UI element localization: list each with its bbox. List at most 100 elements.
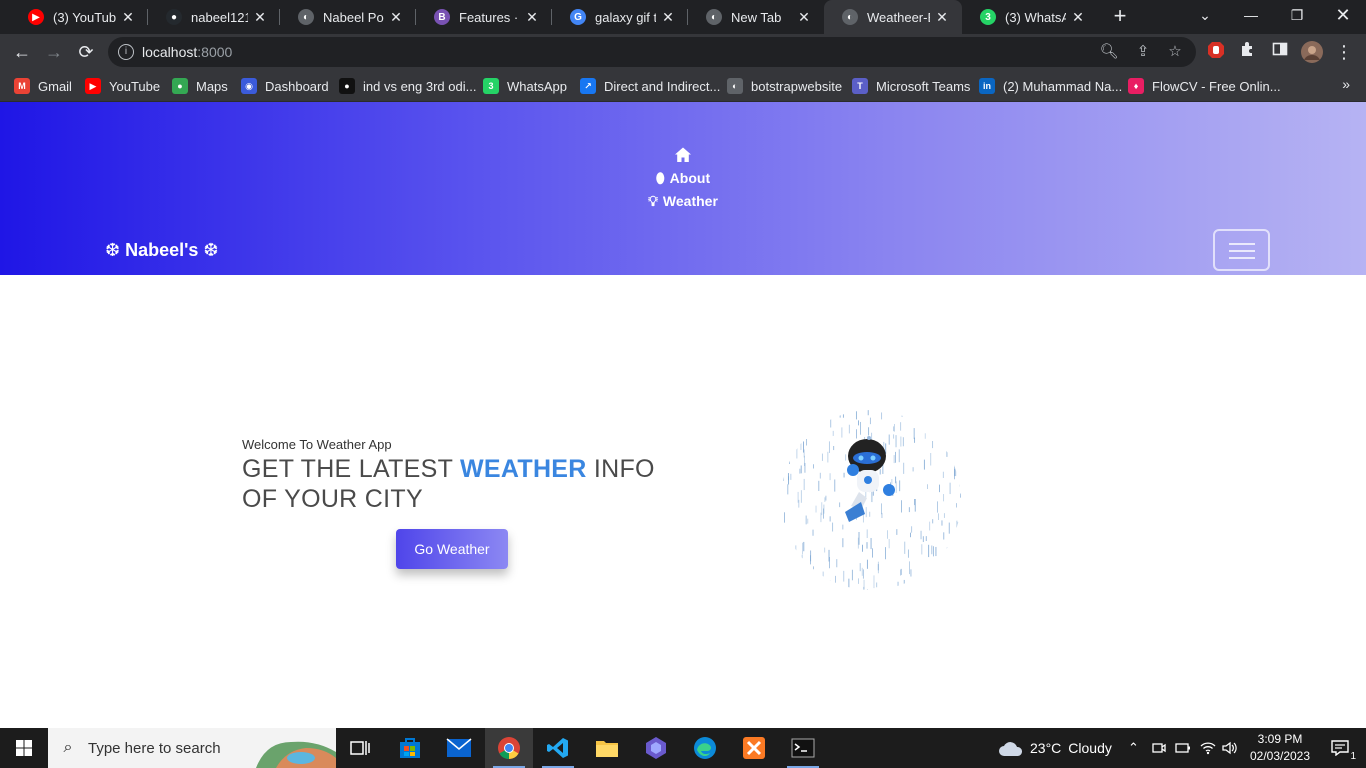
bookmark-item[interactable]: ● Maps (172, 77, 228, 95)
windows-taskbar: ⌕ Type here to search 23°C Cloudy ⌃ 3:09… (0, 728, 1366, 768)
bookmark-item[interactable]: ♦ FlowCV - Free Onlin... (1128, 77, 1281, 95)
new-tab-button[interactable]: + (1108, 5, 1132, 29)
browser-tab[interactable]: ◐ Nabeel Portfo✕ (280, 0, 416, 34)
battery-icon[interactable] (1175, 728, 1191, 768)
adblock-extension-icon[interactable] (1205, 41, 1227, 63)
bookmark-item[interactable]: T Microsoft Teams (852, 77, 970, 95)
bookmark-label: ind vs eng 3rd odi... (363, 78, 477, 94)
share-icon[interactable]: ⇪ (1132, 41, 1154, 63)
extensions-puzzle-icon[interactable] (1237, 41, 1259, 63)
tab-close-icon[interactable]: ✕ (520, 9, 544, 26)
notification-center-icon[interactable]: 1 (1320, 728, 1360, 768)
site-info-icon[interactable]: i (118, 44, 134, 60)
tab-separator (551, 9, 552, 25)
navbar-toggler-button[interactable] (1213, 229, 1270, 271)
browser-tab[interactable]: Ggalaxy gif tra✕ (552, 0, 688, 34)
back-button[interactable]: ← (10, 40, 34, 64)
tab-close-icon[interactable]: ✕ (384, 9, 408, 26)
bootstrap-icon: B (434, 9, 450, 25)
reload-button[interactable]: ⟳ (74, 40, 98, 64)
site-brand[interactable]: ❆ Nabeel's ❆ (105, 240, 218, 261)
bookmark-star-icon[interactable]: ☆ (1164, 41, 1186, 63)
tab-separator (687, 9, 688, 25)
dashboard-icon: ◉ (241, 78, 257, 94)
forward-button[interactable]: → (42, 40, 66, 64)
windows-logo-icon (16, 740, 32, 756)
terminal-icon[interactable] (779, 728, 827, 768)
browser-tab-strip: ▶(3) YouTube✕●nabeel12140/✕◐Nabeel Portf… (0, 0, 1366, 34)
microsoft-store-icon[interactable] (386, 728, 434, 768)
tab-title: (3) YouTube (53, 9, 116, 25)
tab-close-icon[interactable]: ✕ (248, 9, 272, 26)
start-button[interactable] (0, 728, 48, 768)
vscode-icon[interactable] (534, 728, 582, 768)
file-explorer-icon[interactable] (583, 728, 631, 768)
go-weather-button[interactable]: Go Weather (396, 529, 508, 569)
gmail-icon: M (14, 78, 30, 94)
tab-close-icon[interactable]: ✕ (930, 9, 954, 26)
tab-separator (279, 9, 280, 25)
browser-tab[interactable]: B Features · Boo✕ (416, 0, 552, 34)
close-window-button[interactable]: ✕ (1320, 0, 1366, 30)
tab-title: nabeel12140/ (191, 9, 248, 25)
wifi-icon[interactable] (1200, 728, 1216, 768)
whatsapp-icon: 3 (980, 9, 996, 25)
nav-about-link[interactable]: ⬮ About (0, 170, 1366, 187)
browser-tab[interactable]: 3 (3) WhatsApp✕ (962, 0, 1098, 34)
weather-widget[interactable]: 23°C Cloudy (998, 728, 1112, 768)
hero-title-highlight: WEATHER (460, 455, 587, 483)
tab-title: (3) WhatsApp (1005, 9, 1066, 25)
taskbar-search-box[interactable]: ⌕ Type here to search (48, 728, 336, 768)
chrome-taskbar-icon[interactable] (485, 728, 533, 768)
more-bookmarks-chevron-icon[interactable]: » (1342, 76, 1350, 92)
app-hexagon-icon[interactable] (632, 728, 680, 768)
minimize-button[interactable]: — (1228, 0, 1274, 30)
bookmark-item[interactable]: ● ind vs eng 3rd odi... (339, 77, 476, 95)
profile-avatar[interactable] (1301, 41, 1323, 63)
meet-now-icon[interactable] (1152, 728, 1166, 768)
nav-weather-link[interactable]: 💡︎ Weather (0, 193, 1366, 210)
bookmark-item[interactable]: ◐ botstrapwebsite (727, 77, 842, 95)
restore-button[interactable]: ❐ (1274, 0, 1320, 30)
google-icon: G (570, 9, 586, 25)
side-panel-icon[interactable] (1269, 41, 1291, 63)
menu-kebab-icon[interactable]: ⋮ (1333, 41, 1355, 63)
bookmark-item[interactable]: 3 WhatsApp (483, 77, 567, 95)
address-bar[interactable]: i localhost:8000 🔍︎ ⇪ ☆ (108, 37, 1196, 67)
globe-icon: ◐ (842, 9, 858, 25)
bookmark-label: (2) Muhammad Na... (1003, 78, 1123, 94)
browser-tab[interactable]: ◐ New Tab ✕ (688, 0, 824, 34)
weather-temp: 23°C (1030, 740, 1062, 756)
bookmark-label: Dashboard (265, 78, 329, 94)
bookmark-item[interactable]: ↗ Direct and Indirect... (580, 77, 720, 95)
clock-date: 02/03/2023 (1249, 749, 1311, 763)
taskbar-clock[interactable]: 3:09 PM 02/03/2023 (1244, 731, 1316, 765)
browser-tab[interactable]: ◐ Weatheer-By-✕ (824, 0, 962, 34)
search-placeholder: Type here to search (88, 739, 221, 757)
tab-close-icon[interactable]: ✕ (792, 9, 816, 26)
mail-icon[interactable] (435, 728, 483, 768)
bookmark-item[interactable]: ◉ Dashboard (241, 77, 329, 95)
search-icon: ⌕ (63, 739, 73, 756)
bookmark-item[interactable]: ▶ YouTube (85, 77, 160, 95)
browser-tab[interactable]: ▶ (3) YouTube✕ (10, 0, 148, 34)
bookmark-item[interactable]: M Gmail (14, 77, 72, 95)
bookmark-item[interactable]: in (2) Muhammad Na... (979, 77, 1122, 95)
xampp-icon[interactable] (730, 728, 778, 768)
browser-tab[interactable]: ● nabeel12140/✕ (148, 0, 280, 34)
zoom-icon[interactable]: 🔍︎ (1098, 41, 1120, 63)
tab-search-chevron-icon[interactable]: ⌄ (1182, 0, 1228, 30)
tab-close-icon[interactable]: ✕ (1066, 9, 1090, 26)
whatsapp-icon: 3 (483, 78, 499, 94)
bookmark-label: Gmail (38, 78, 72, 94)
url-text[interactable]: localhost:8000 (142, 44, 232, 60)
volume-icon[interactable] (1222, 728, 1238, 768)
messenger-icon: ↗ (580, 78, 596, 94)
edge-icon[interactable] (681, 728, 729, 768)
tab-close-icon[interactable]: ✕ (656, 9, 680, 26)
teams-icon: T (852, 78, 868, 94)
home-icon[interactable] (674, 146, 692, 164)
tab-close-icon[interactable]: ✕ (116, 9, 140, 26)
task-view-icon[interactable] (336, 728, 384, 768)
show-hidden-icons-chevron-icon[interactable]: ⌃ (1128, 728, 1139, 768)
